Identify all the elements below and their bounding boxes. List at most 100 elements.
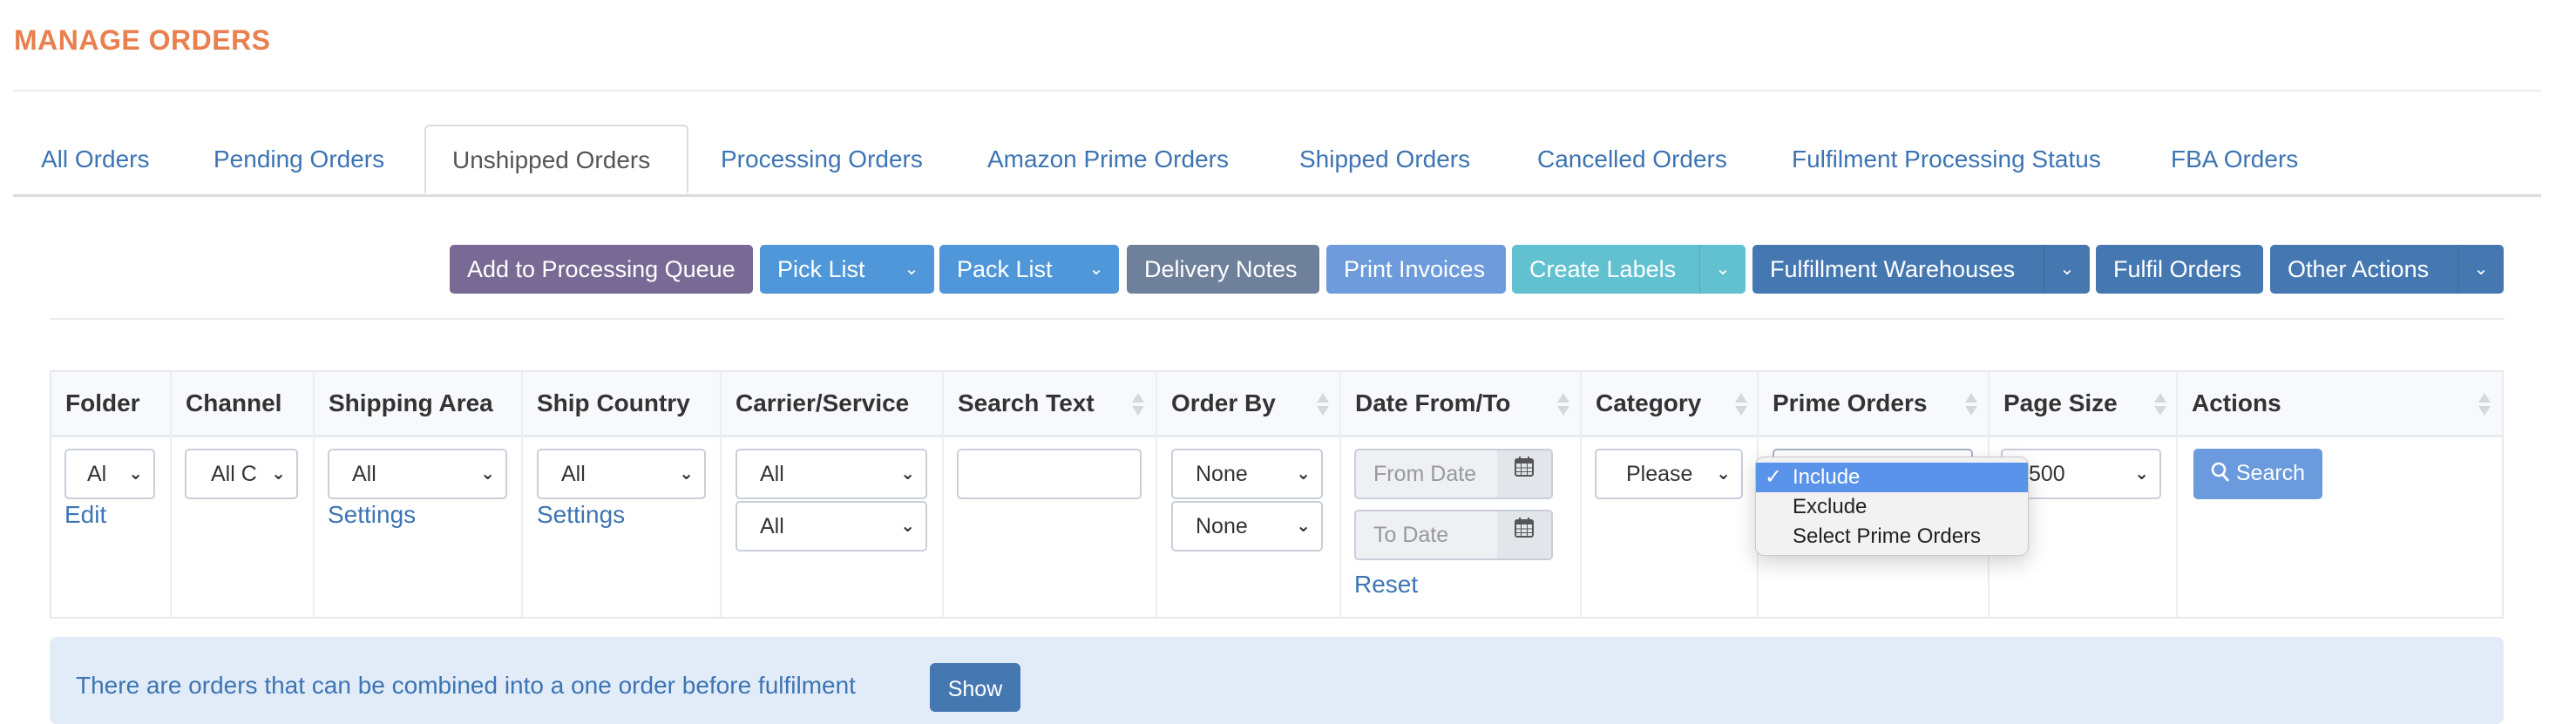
print-invoices-button[interactable]: Print Invoices	[1326, 245, 1506, 294]
tab-unshipped-orders[interactable]: Unshipped Orders	[424, 125, 688, 194]
header-prime-orders[interactable]: Prime Orders	[1773, 372, 1927, 435]
calendar-icon[interactable]	[1497, 511, 1551, 558]
header-category[interactable]: Category	[1596, 372, 1701, 435]
chevron-down-icon[interactable]: ⌄	[1699, 245, 1746, 294]
date-reset-link[interactable]: Reset	[1354, 571, 1418, 599]
search-text-input[interactable]	[957, 449, 1142, 499]
select-value: None	[1196, 514, 1248, 538]
date-from-field[interactable]: From Date	[1354, 449, 1553, 499]
fulfil-orders-button[interactable]: Fulfil Orders	[2096, 245, 2263, 294]
chevron-down-icon[interactable]: ⌄	[2044, 245, 2090, 294]
column-divider	[942, 372, 944, 617]
channel-select[interactable]: All C ⌄	[185, 449, 298, 499]
folder-select[interactable]: Al ⌄	[64, 449, 155, 499]
chevron-down-icon: ⌄	[271, 464, 286, 484]
option-label: Exclude	[1793, 495, 1868, 518]
sort-icon[interactable]	[1965, 393, 1977, 416]
select-value: All	[760, 514, 784, 538]
tab-all-orders[interactable]: All Orders	[41, 125, 149, 194]
chevron-down-icon: ⌄	[128, 464, 143, 484]
ship-country-select[interactable]: All ⌄	[537, 449, 706, 499]
button-label: Other Actions	[2288, 256, 2430, 282]
header-channel: Channel	[186, 389, 282, 416]
search-icon	[2211, 462, 2229, 482]
prime-option-select-prime-orders[interactable]: Select Prime Orders	[1756, 522, 2028, 551]
calendar-icon[interactable]	[1497, 450, 1551, 497]
title-divider	[13, 90, 2541, 91]
select-value: All	[352, 462, 376, 486]
select-value: 500	[2029, 462, 2065, 486]
button-label: Fulfil Orders	[2113, 256, 2242, 282]
date-to-field[interactable]: To Date	[1354, 510, 1553, 560]
tab-pending-orders[interactable]: Pending Orders	[214, 125, 384, 194]
prime-option-include[interactable]: ✓ Include	[1756, 463, 2028, 492]
chevron-down-icon: ⌄	[1296, 517, 1311, 536]
header-search-text[interactable]: Search Text	[958, 372, 1095, 435]
sort-icon[interactable]	[1557, 393, 1569, 416]
shipping-area-settings-link[interactable]: Settings	[328, 501, 416, 529]
other-actions-button[interactable]: Other Actions ⌄	[2270, 245, 2504, 294]
select-value: All	[760, 462, 784, 486]
sort-icon[interactable]	[1735, 393, 1747, 416]
prime-option-exclude[interactable]: Exclude	[1756, 492, 2028, 522]
page-title: MANAGE ORDERS	[14, 24, 271, 56]
chevron-down-icon: ⌄	[480, 464, 495, 484]
chevron-down-icon: ⌄	[1716, 464, 1731, 484]
pick-list-button[interactable]: Pick List ⌄	[760, 245, 934, 294]
ship-country-settings-link[interactable]: Settings	[537, 501, 625, 529]
button-label: Add to Processing Queue	[467, 256, 736, 282]
category-select[interactable]: Please ⌄	[1595, 449, 1743, 499]
chevron-down-icon[interactable]: ⌄	[889, 245, 934, 294]
alert-text: There are orders that can be combined in…	[76, 672, 856, 699]
tab-amazon-prime-orders[interactable]: Amazon Prime Orders	[987, 125, 1229, 194]
folder-edit-link[interactable]: Edit	[64, 501, 106, 529]
button-label: Pack List	[957, 256, 1053, 282]
chevron-down-icon: ⌄	[900, 464, 915, 484]
carrier-select[interactable]: All ⌄	[736, 449, 927, 499]
header-actions[interactable]: Actions	[2192, 372, 2281, 435]
order-by-select-1[interactable]: None ⌄	[1171, 449, 1323, 499]
date-to-placeholder: To Date	[1373, 523, 1449, 547]
tab-shipped-orders[interactable]: Shipped Orders	[1299, 125, 1470, 194]
tab-fba-orders[interactable]: FBA Orders	[2171, 125, 2298, 194]
option-label: Include	[1793, 465, 1861, 489]
select-value: Al	[87, 462, 107, 486]
combine-orders-alert: There are orders that can be combined in…	[50, 637, 2504, 724]
pack-list-button[interactable]: Pack List ⌄	[939, 245, 1119, 294]
fulfillment-warehouses-button[interactable]: Fulfillment Warehouses ⌄	[1752, 245, 2090, 294]
shipping-area-select[interactable]: All ⌄	[328, 449, 507, 499]
sort-icon[interactable]	[2478, 393, 2491, 416]
order-tabs: All Orders Pending Orders Unshipped Orde…	[13, 125, 2541, 197]
header-page-size[interactable]: Page Size	[2003, 372, 2118, 435]
chevron-down-icon[interactable]: ⌄	[1074, 245, 1119, 294]
select-value: All C	[211, 462, 257, 486]
header-date-from-to[interactable]: Date From/To	[1355, 372, 1510, 435]
prime-orders-dropdown-menu: ✓ Include Exclude Select Prime Orders	[1755, 457, 2029, 556]
chevron-down-icon: ⌄	[679, 464, 694, 484]
header-order-by[interactable]: Order By	[1171, 372, 1276, 435]
option-label: Select Prime Orders	[1793, 524, 1982, 548]
column-divider	[313, 372, 315, 617]
search-button[interactable]: Search	[2193, 449, 2322, 499]
header-ship-country: Ship Country	[537, 389, 690, 416]
column-divider	[720, 372, 722, 617]
column-divider	[170, 372, 172, 617]
delivery-notes-button[interactable]: Delivery Notes	[1127, 245, 1319, 294]
service-select[interactable]: All ⌄	[736, 501, 927, 551]
sort-icon[interactable]	[1132, 393, 1144, 416]
sort-icon[interactable]	[1317, 393, 1329, 416]
button-label: Pick List	[777, 256, 865, 282]
show-button[interactable]: Show	[930, 663, 1020, 712]
sort-icon[interactable]	[2154, 393, 2166, 416]
tab-processing-orders[interactable]: Processing Orders	[721, 125, 923, 194]
order-by-select-2[interactable]: None ⌄	[1171, 501, 1323, 551]
tab-cancelled-orders[interactable]: Cancelled Orders	[1537, 125, 1727, 194]
tab-fulfilment-processing-status[interactable]: Fulfilment Processing Status	[1792, 125, 2101, 194]
search-button-label: Search	[2235, 461, 2306, 485]
create-labels-button[interactable]: Create Labels ⌄	[1512, 245, 1746, 294]
chevron-down-icon[interactable]: ⌄	[2457, 245, 2504, 294]
date-from-placeholder: From Date	[1373, 462, 1477, 486]
add-to-processing-queue-button[interactable]: Add to Processing Queue	[450, 245, 753, 294]
button-label: Print Invoices	[1344, 256, 1486, 282]
button-label: Fulfillment Warehouses	[1770, 256, 2016, 282]
